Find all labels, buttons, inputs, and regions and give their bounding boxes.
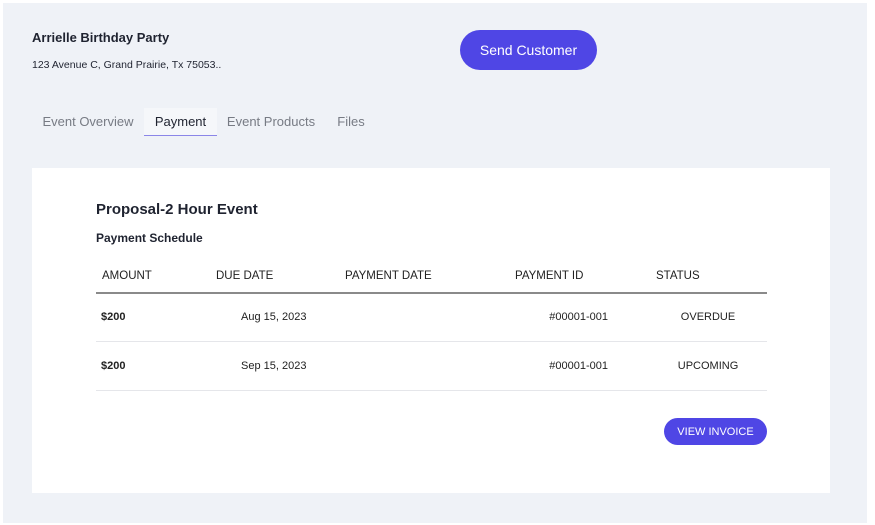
row-divider <box>96 341 767 342</box>
header-payment-id: PAYMENT ID <box>515 270 584 282</box>
row-status: OVERDUE <box>680 311 736 323</box>
tab-payment[interactable]: Payment <box>144 108 217 136</box>
header-status: STATUS <box>656 270 700 282</box>
header-amount: AMOUNT <box>102 270 152 282</box>
row-divider <box>96 390 767 391</box>
row-due-date: Sep 15, 2023 <box>241 360 307 372</box>
row-payment-id: #00001-001 <box>549 360 608 372</box>
header-due-date: DUE DATE <box>216 270 274 282</box>
payment-card: Proposal-2 Hour Event Payment Schedule A… <box>32 168 830 493</box>
payment-schedule-heading: Payment Schedule <box>96 231 203 245</box>
row-due-date: Aug 15, 2023 <box>241 311 307 323</box>
row-amount: $200 <box>101 311 126 323</box>
row-status: UPCOMING <box>677 360 739 372</box>
row-payment-id: #00001-001 <box>549 311 608 323</box>
tab-event-overview[interactable]: Event Overview <box>36 108 140 135</box>
send-customer-button[interactable]: Send Customer <box>460 30 597 70</box>
tab-event-products[interactable]: Event Products <box>221 108 321 135</box>
event-address: 123 Avenue C, Grand Prairie, Tx 75053.. <box>32 59 222 71</box>
tab-files[interactable]: Files <box>331 108 371 135</box>
proposal-title: Proposal-2 Hour Event <box>96 201 258 218</box>
row-amount: $200 <box>101 360 126 372</box>
view-invoice-button[interactable]: VIEW INVOICE <box>664 418 767 445</box>
header-payment-date: PAYMENT DATE <box>345 270 432 282</box>
event-title: Arrielle Birthday Party <box>32 30 170 45</box>
header-divider <box>96 292 767 294</box>
